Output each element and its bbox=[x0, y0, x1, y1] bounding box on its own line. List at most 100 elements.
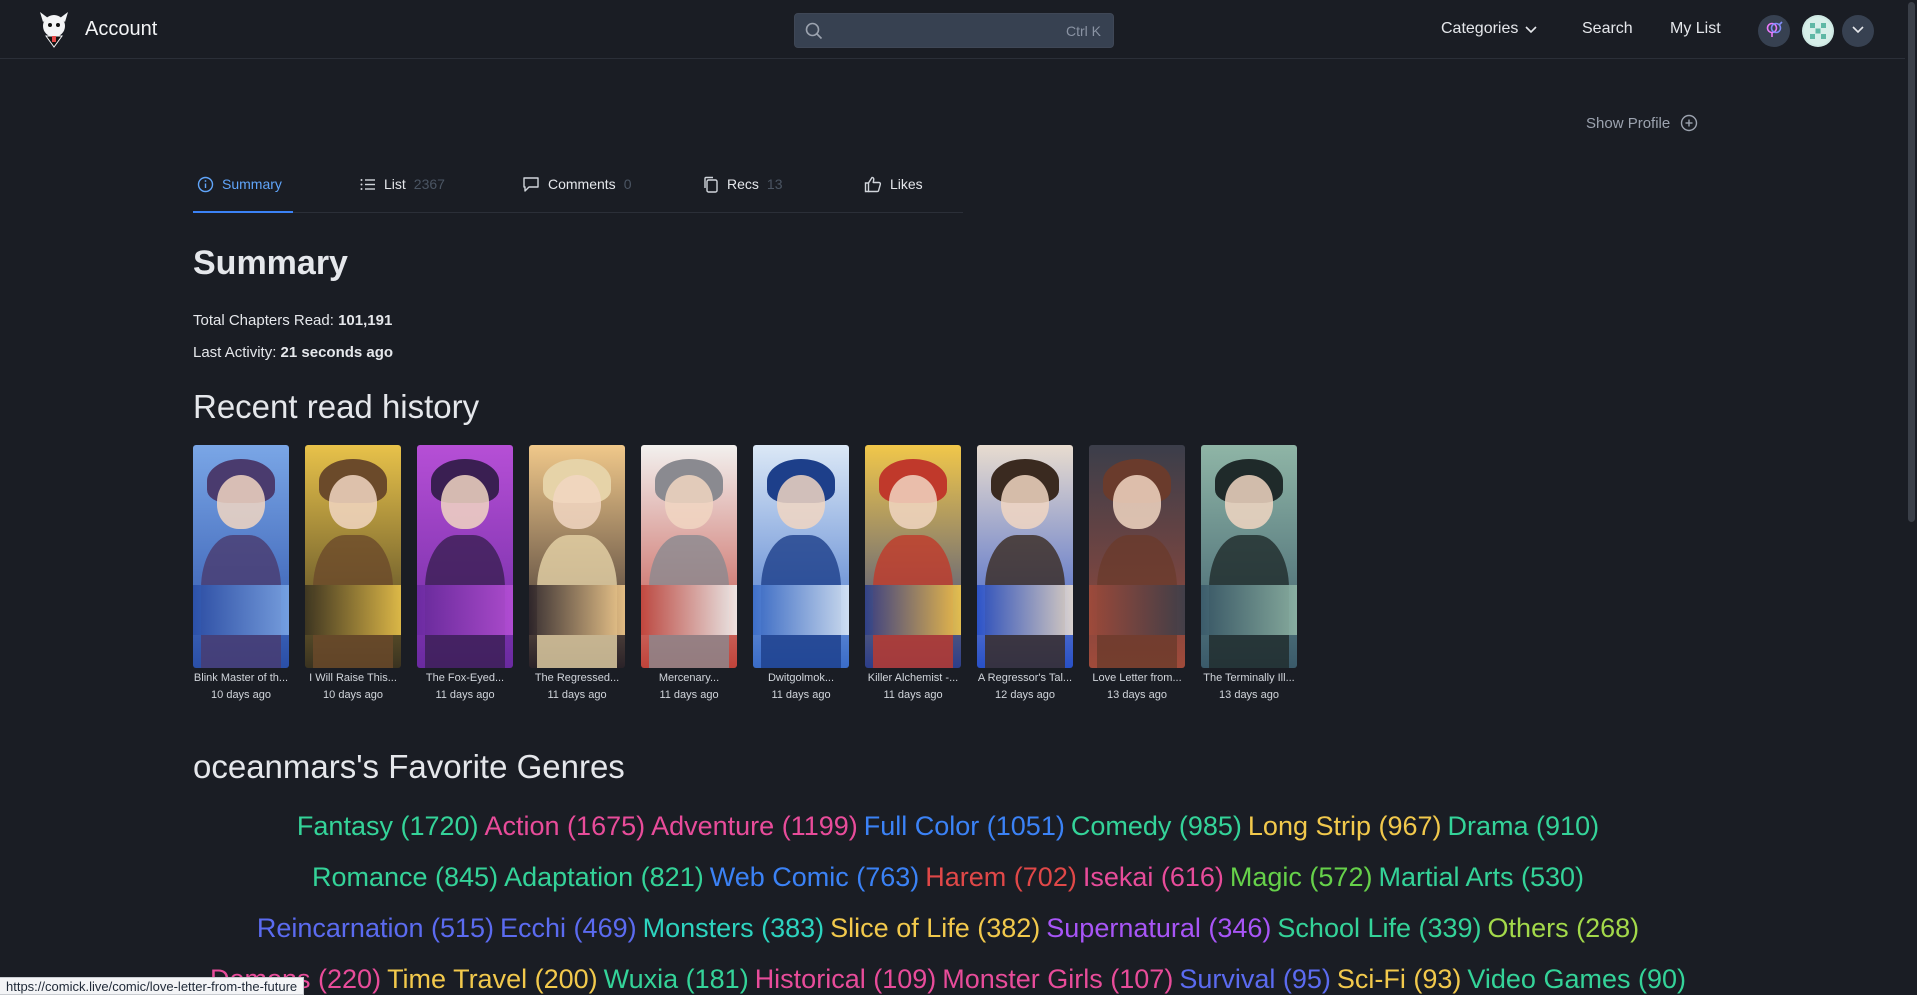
user-avatar[interactable] bbox=[1802, 15, 1834, 47]
tab-comments[interactable]: Comments 0 bbox=[522, 176, 631, 193]
history-item-title[interactable]: Blink Master of th... bbox=[193, 672, 289, 684]
search-input[interactable]: Ctrl K bbox=[794, 13, 1114, 48]
genre-tag[interactable]: Slice of Life (382) bbox=[830, 913, 1040, 943]
cover-image[interactable] bbox=[193, 445, 289, 668]
genre-tag[interactable]: Fantasy (1720) bbox=[297, 811, 479, 841]
genre-tag[interactable]: Adaptation (821) bbox=[504, 862, 704, 892]
history-item-title[interactable]: The Regressed... bbox=[529, 672, 625, 684]
tab-likes[interactable]: Likes bbox=[864, 176, 923, 193]
brand-title[interactable]: Account bbox=[85, 18, 157, 41]
genre-tag[interactable]: Survival (95) bbox=[1179, 964, 1331, 994]
history-item[interactable]: A Regressor's Tal... 12 days ago bbox=[977, 445, 1073, 701]
genre-tag[interactable]: Web Comic (763) bbox=[710, 862, 920, 892]
chevron-down-icon bbox=[1518, 20, 1538, 37]
history-item[interactable]: The Terminally Ill... 13 days ago bbox=[1201, 445, 1297, 701]
genre-tag[interactable]: Drama (910) bbox=[1448, 811, 1600, 841]
genre-tag[interactable]: Long Strip (967) bbox=[1248, 811, 1442, 841]
history-item-time: 11 days ago bbox=[547, 689, 607, 701]
genre-tag[interactable]: Others (268) bbox=[1488, 913, 1640, 943]
cover-image[interactable] bbox=[641, 445, 737, 668]
cover-image[interactable] bbox=[1201, 445, 1297, 668]
genre-tag[interactable]: Romance (845) bbox=[312, 862, 498, 892]
nav-my-list[interactable]: My List bbox=[1670, 20, 1721, 38]
tab-recs-label: Recs bbox=[727, 176, 759, 192]
nav-search[interactable]: Search bbox=[1582, 20, 1633, 38]
tab-list-label: List bbox=[384, 176, 406, 192]
site-logo-icon[interactable] bbox=[36, 10, 72, 48]
history-item-time: 11 days ago bbox=[435, 689, 495, 701]
cover-art-face bbox=[1225, 475, 1273, 529]
favorite-genres-heading: oceanmars's Favorite Genres bbox=[193, 748, 625, 785]
search-icon bbox=[805, 22, 823, 45]
history-item[interactable]: Killer Alchemist -... 11 days ago bbox=[865, 445, 961, 701]
last-activity: Last Activity: 21 seconds ago bbox=[193, 344, 393, 361]
cover-art-title-band bbox=[417, 585, 513, 635]
history-item-time: 11 days ago bbox=[771, 689, 831, 701]
genre-tag[interactable]: Historical (109) bbox=[755, 964, 937, 994]
history-item-title[interactable]: Love Letter from... bbox=[1089, 672, 1185, 684]
account-menu-button[interactable] bbox=[1842, 15, 1874, 47]
tab-summary[interactable]: Summary bbox=[197, 176, 282, 193]
history-item[interactable]: I Will Raise This... 10 days ago bbox=[305, 445, 401, 701]
history-item-time: 13 days ago bbox=[1107, 689, 1167, 701]
genre-tag[interactable]: Harem (702) bbox=[925, 862, 1077, 892]
genre-tag[interactable]: Adventure (1199) bbox=[651, 811, 858, 841]
cover-image[interactable] bbox=[977, 445, 1073, 668]
copy-icon bbox=[702, 176, 727, 193]
tab-recs[interactable]: Recs 13 bbox=[702, 176, 782, 193]
history-item-title[interactable]: The Fox-Eyed... bbox=[417, 672, 513, 684]
history-item-title[interactable]: Dwitgolmok... bbox=[753, 672, 849, 684]
cover-image[interactable] bbox=[529, 445, 625, 668]
history-item[interactable]: Dwitgolmok... 11 days ago bbox=[753, 445, 849, 701]
genre-tag[interactable]: Reincarnation (515) bbox=[257, 913, 494, 943]
nav-categories[interactable]: Categories bbox=[1441, 20, 1538, 38]
scrollbar-thumb[interactable] bbox=[1908, 2, 1915, 522]
cover-image[interactable] bbox=[753, 445, 849, 668]
history-item-title[interactable]: The Terminally Ill... bbox=[1201, 672, 1297, 684]
genre-tag[interactable]: Action (1675) bbox=[485, 811, 646, 841]
cover-image[interactable] bbox=[1089, 445, 1185, 668]
page: Account Ctrl K Categories Search My List bbox=[0, 0, 1917, 995]
history-item-title[interactable]: Mercenary... bbox=[641, 672, 737, 684]
genre-tag[interactable]: Wuxia (181) bbox=[604, 964, 749, 994]
history-item[interactable]: Love Letter from... 13 days ago bbox=[1089, 445, 1185, 701]
search-shortcut-hint: Ctrl K bbox=[1066, 23, 1101, 39]
genre-tag[interactable]: Video Games (90) bbox=[1467, 964, 1686, 994]
genre-tag[interactable]: Full Color (1051) bbox=[864, 811, 1065, 841]
genre-tag[interactable]: Supernatural (346) bbox=[1046, 913, 1271, 943]
history-item[interactable]: The Regressed... 11 days ago bbox=[529, 445, 625, 701]
genre-tag[interactable]: Sci-Fi (93) bbox=[1337, 964, 1462, 994]
history-item-title[interactable]: I Will Raise This... bbox=[305, 672, 401, 684]
cover-image[interactable] bbox=[305, 445, 401, 668]
cover-art-title-band bbox=[193, 585, 289, 635]
genre-tag[interactable]: Ecchi (469) bbox=[500, 913, 637, 943]
nav-categories-label: Categories bbox=[1441, 20, 1519, 37]
gender-filter-button[interactable] bbox=[1758, 15, 1790, 47]
genre-tag[interactable]: Monsters (383) bbox=[643, 913, 825, 943]
page-scrollbar[interactable] bbox=[1905, 0, 1917, 995]
cover-art-title-band bbox=[1089, 585, 1185, 635]
history-item[interactable]: Mercenary... 11 days ago bbox=[641, 445, 737, 701]
cover-image[interactable] bbox=[865, 445, 961, 668]
history-item[interactable]: The Fox-Eyed... 11 days ago bbox=[417, 445, 513, 701]
cover-image[interactable] bbox=[417, 445, 513, 668]
genre-tag[interactable]: Magic (572) bbox=[1230, 862, 1373, 892]
total-chapters-read: Total Chapters Read: 101,191 bbox=[193, 312, 392, 329]
cover-art-face bbox=[665, 475, 713, 529]
genre-tag[interactable]: School Life (339) bbox=[1277, 913, 1481, 943]
genre-tag[interactable]: Time Travel (200) bbox=[387, 964, 598, 994]
history-item[interactable]: Blink Master of th... 10 days ago bbox=[193, 445, 289, 701]
active-tab-indicator bbox=[193, 211, 293, 213]
cover-art-face bbox=[441, 475, 489, 529]
genre-tag[interactable]: Comedy (985) bbox=[1071, 811, 1242, 841]
show-profile-button[interactable]: Show Profile bbox=[1586, 114, 1698, 132]
cover-art-face bbox=[777, 475, 825, 529]
history-item-title[interactable]: Killer Alchemist -... bbox=[865, 672, 961, 684]
cover-art-title-band bbox=[529, 585, 625, 635]
history-item-title[interactable]: A Regressor's Tal... bbox=[977, 672, 1073, 684]
recent-history-list: Blink Master of th... 10 days ago I Will R… bbox=[193, 445, 1313, 715]
genre-tag[interactable]: Isekai (616) bbox=[1083, 862, 1224, 892]
tab-list[interactable]: List 2367 bbox=[359, 176, 445, 193]
genre-tag[interactable]: Martial Arts (530) bbox=[1378, 862, 1584, 892]
genre-tag[interactable]: Monster Girls (107) bbox=[942, 964, 1173, 994]
